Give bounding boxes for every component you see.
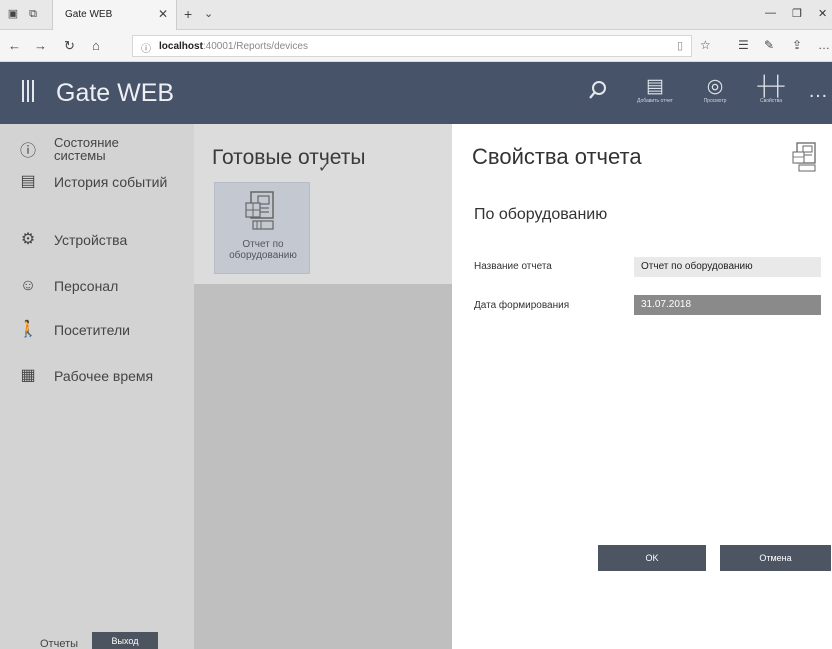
url-text: localhost:40001/Reports/devices xyxy=(159,41,308,52)
report-name-label: Название отчета xyxy=(474,261,552,272)
cancel-button[interactable]: Отмена xyxy=(720,545,831,571)
home-icon[interactable]: ⌂ xyxy=(92,38,100,53)
minimize-icon[interactable]: — xyxy=(765,7,776,19)
preview-button[interactable]: ◎ Просмотр xyxy=(690,76,740,116)
restore-icon[interactable]: ❐ xyxy=(792,7,802,20)
info-icon: ⓘ xyxy=(19,143,36,160)
tab-preview-icon[interactable]: ▣ xyxy=(6,8,20,20)
favorite-star-icon[interactable]: ☆ xyxy=(700,38,711,52)
tab-title: Gate WEB xyxy=(65,9,113,20)
browser-tabbar: ▣ ⧉ Gate WEB ✕ + ⌄ — ❐ ✕ xyxy=(0,0,832,30)
ok-button[interactable]: OK xyxy=(598,545,706,571)
report-date-label: Дата формирования xyxy=(474,300,570,311)
menu-icon[interactable] xyxy=(22,80,36,104)
chevron-down-icon[interactable]: ⌄ xyxy=(204,7,213,20)
exit-button[interactable]: Выход xyxy=(92,632,158,649)
reports-panel: Готовые отчеты Отчет по оборудованию ✓ xyxy=(194,124,452,649)
report-name-field[interactable]: Отчет по оборудованию xyxy=(634,257,821,277)
more-options-icon[interactable]: … xyxy=(818,38,830,52)
event-history-icon: ▤ xyxy=(20,173,36,190)
share-icon[interactable]: ⇪ xyxy=(792,38,802,52)
browser-toolbar: ← → ↻ ⌂ ⓘ localhost:40001/Reports/device… xyxy=(0,30,832,62)
app-header: Gate WEB ▤ Добавить отчет ◎ Просмотр ┼┼ … xyxy=(0,62,832,124)
add-report-button[interactable]: ▤ Добавить отчет xyxy=(630,76,680,116)
app-title: Gate WEB xyxy=(56,79,175,107)
sidebar-item-devices[interactable]: ⚙ Устройства xyxy=(0,222,194,258)
add-report-icon: ▤ xyxy=(646,76,664,97)
checkmark-icon: ✓ xyxy=(318,159,331,176)
reports-title: Готовые отчеты xyxy=(212,146,366,169)
eye-icon: ◎ xyxy=(706,76,724,97)
visitor-icon: 🚶 xyxy=(18,321,38,338)
report-date-field[interactable]: 31.07.2018 xyxy=(634,295,821,315)
report-document-icon xyxy=(792,142,816,172)
report-tile[interactable]: Отчет по оборудованию xyxy=(214,182,310,274)
new-tab-icon[interactable]: + xyxy=(184,6,192,22)
forward-icon[interactable]: → xyxy=(34,38,47,53)
sliders-icon: ┼┼ xyxy=(757,76,785,97)
address-bar[interactable]: ⓘ localhost:40001/Reports/devices ▯ xyxy=(132,35,692,57)
sidebar-item-label: Персонал xyxy=(54,278,119,294)
back-icon[interactable]: ← xyxy=(8,38,21,53)
reports-link[interactable]: Отчеты xyxy=(40,638,78,649)
gear-icon: ⚙ xyxy=(20,231,36,248)
properties-subtitle: По оборудованию xyxy=(474,206,608,223)
more-menu-icon[interactable]: … xyxy=(808,80,830,103)
sidebar-item-label: Состояние системы xyxy=(54,135,119,163)
properties-button[interactable]: ┼┼ Свойства xyxy=(746,76,796,116)
sidebar-item-visitors[interactable]: 🚶 Посетители xyxy=(0,312,194,348)
worktime-icon: ▦ xyxy=(20,367,36,384)
report-properties-panel: Свойства отчета По оборудованию Название… xyxy=(452,124,832,649)
window-close-icon[interactable]: ✕ xyxy=(818,7,827,20)
sidebar-item-work-time[interactable]: ▦ Рабочее время xyxy=(0,358,194,394)
report-tile-label: Отчет по оборудованию xyxy=(229,239,297,261)
sidebar-item-event-history[interactable]: ▤ История событий xyxy=(0,164,194,200)
properties-title: Свойства отчета xyxy=(472,144,642,169)
personnel-icon: ☺ xyxy=(19,277,37,294)
close-tab-icon[interactable]: ✕ xyxy=(158,7,168,21)
sidebar-item-label: История событий xyxy=(54,174,168,190)
sidebar-item-personnel[interactable]: ☺ Персонал xyxy=(0,268,194,304)
sidebar-item-label: Устройства xyxy=(54,232,128,248)
sidebar: ⓘ Состояние системы ▤ История событий ⚙ … xyxy=(0,124,194,649)
info-icon[interactable]: ⓘ xyxy=(141,40,151,55)
reports-header-area: Готовые отчеты Отчет по оборудованию ✓ xyxy=(194,124,452,284)
sidebar-item-label: Посетители xyxy=(54,322,130,338)
set-aside-tabs-icon[interactable]: ⧉ xyxy=(26,8,40,20)
report-document-icon xyxy=(245,191,274,230)
search-icon[interactable] xyxy=(588,80,608,102)
browser-tab[interactable]: Gate WEB ✕ xyxy=(52,0,177,30)
favorites-hub-icon[interactable]: ☰ xyxy=(738,38,749,52)
pen-notes-icon[interactable]: ✎ xyxy=(764,38,774,52)
refresh-icon[interactable]: ↻ xyxy=(64,38,75,54)
sidebar-item-label: Рабочее время xyxy=(54,368,154,384)
reading-view-icon[interactable]: ▯ xyxy=(677,39,683,52)
